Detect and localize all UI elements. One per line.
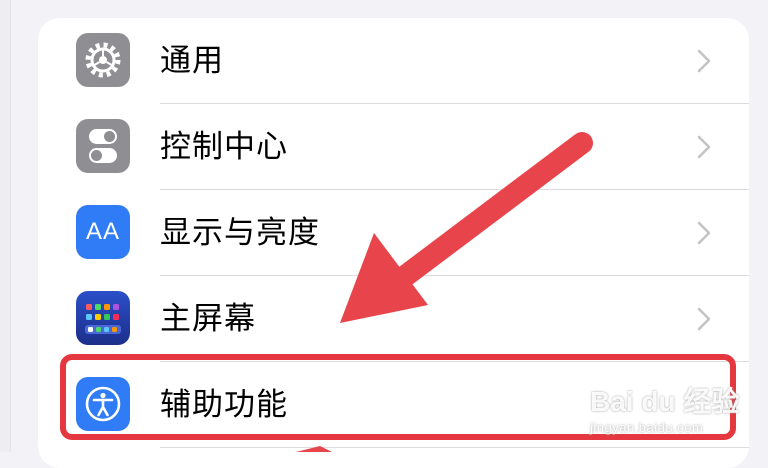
gear-icon (76, 33, 130, 87)
chevron-right-icon (697, 221, 711, 245)
settings-row-home-screen[interactable]: 主屏幕 (38, 276, 749, 362)
settings-row-label: 显示与亮度 (160, 215, 320, 251)
settings-row-general[interactable]: 通用 (38, 18, 749, 104)
settings-row-label: 控制中心 (160, 129, 288, 165)
icon-glyph: AA (85, 218, 120, 245)
home-screen-icon (76, 291, 130, 345)
chevron-right-icon (697, 307, 711, 331)
baidu-watermark: Bai du 经验 jingyan.baidu.com (590, 372, 740, 442)
toggles-icon (76, 119, 130, 173)
row-divider (160, 447, 749, 448)
watermark-main-text: Bai du 经验 (590, 386, 740, 417)
chevron-right-icon (697, 49, 711, 73)
settings-row-label: 通用 (160, 43, 224, 79)
settings-row-label: 主屏幕 (160, 301, 256, 337)
settings-row-display-brightness[interactable]: AA 显示与亮度 (38, 190, 749, 276)
text-size-icon: AA (76, 205, 130, 259)
sidebar-edge (0, 0, 11, 452)
settings-row-control-center[interactable]: 控制中心 (38, 104, 749, 190)
watermark-sub-text: jingyan.baidu.com (590, 420, 704, 435)
chevron-right-icon (697, 135, 711, 159)
